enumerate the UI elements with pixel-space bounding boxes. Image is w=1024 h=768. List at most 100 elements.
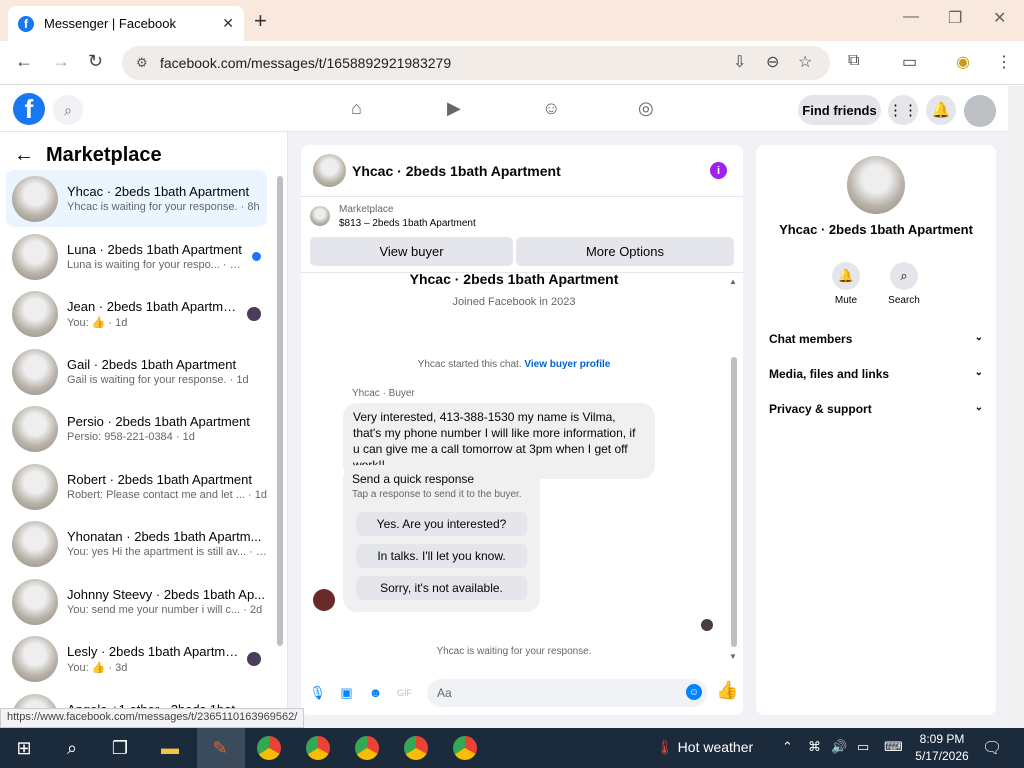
- chat-members-section[interactable]: Chat members ⌄: [769, 332, 983, 346]
- photo-icon[interactable]: ▣: [338, 684, 355, 701]
- minimize-icon[interactable]: —: [903, 8, 919, 26]
- close-tab-icon[interactable]: ✕: [222, 15, 234, 32]
- video-icon[interactable]: ▶: [447, 98, 461, 119]
- quick-response-in-talks[interactable]: In talks. I'll let you know.: [356, 544, 527, 568]
- account-avatar[interactable]: [964, 95, 996, 127]
- chrome-icon[interactable]: [257, 736, 281, 760]
- conversation-preview: Gail is waiting for your response. · 1d: [67, 374, 249, 386]
- unread-dot-icon: [252, 252, 261, 261]
- notifications-bell-icon[interactable]: 🔔: [926, 95, 956, 125]
- microphone-icon[interactable]: 🎙: [309, 684, 326, 701]
- mute-bell-icon[interactable]: 🔔: [832, 262, 860, 290]
- network-icon[interactable]: ▭: [857, 739, 869, 755]
- groups-icon[interactable]: ◎: [638, 98, 654, 119]
- conversation-item[interactable]: Yhcac · 2beds 1bath Apartment Yhcac is wa…: [6, 170, 267, 227]
- like-thumb-icon[interactable]: 👍: [716, 680, 738, 701]
- back-icon[interactable]: ←: [15, 51, 33, 72]
- facebook-logo-icon[interactable]: f: [13, 93, 45, 125]
- gif-icon[interactable]: GIF: [396, 684, 413, 701]
- chrome-icon[interactable]: [306, 736, 330, 760]
- conversation-item[interactable]: Lesly · 2beds 1bath Apartment You: 👍 · 3d: [6, 630, 267, 687]
- mute-action[interactable]: 🔔 Mute: [826, 262, 866, 306]
- search-icon[interactable]: ⌕: [53, 95, 83, 125]
- sidebar-header: ← Marketplace: [14, 144, 162, 167]
- status-bar-url: https://www.facebook.com/messages/t/2365…: [0, 708, 305, 728]
- new-tab-icon[interactable]: +: [254, 8, 267, 34]
- listing-thumbnail[interactable]: [313, 154, 346, 187]
- system-clock[interactable]: 8:09 PM 5/17/2026: [912, 731, 972, 765]
- task-view-icon[interactable]: ❐: [108, 736, 132, 760]
- chrome-icon[interactable]: [404, 736, 428, 760]
- extensions-icon[interactable]: ⧉: [848, 52, 859, 70]
- message-composer: 🎙 ▣ ☻ GIF Aa ☺ 👍: [301, 675, 743, 715]
- conversation-item[interactable]: Luna · 2beds 1bath Apartment Luna is wait…: [6, 228, 267, 285]
- emoji-icon[interactable]: ☺: [686, 684, 702, 700]
- mute-label: Mute: [834, 295, 858, 306]
- file-explorer-icon[interactable]: ▬: [158, 736, 182, 760]
- chat-scrollbar[interactable]: ▲ ▼: [729, 277, 739, 662]
- conversation-name: Yhonatan · 2beds 1bath Apartm...: [67, 529, 262, 544]
- conversation-item[interactable]: Yhonatan · 2beds 1bath Apartm... You: yes…: [6, 515, 267, 572]
- bookmark-star-icon[interactable]: ☆: [798, 52, 812, 72]
- buyer-avatar[interactable]: [313, 589, 335, 611]
- chat-header-title[interactable]: Yhcac · 2beds 1bath Apartment: [352, 163, 710, 179]
- home-icon[interactable]: ⌂: [351, 98, 362, 119]
- close-window-icon[interactable]: ✕: [993, 8, 1006, 28]
- volume-icon[interactable]: 🔊: [831, 739, 847, 755]
- windows-start-icon[interactable]: ⊞: [12, 736, 36, 760]
- windows-taskbar: ⊞ ⌕ ❐ ▬ ✎ 🌡 Hot weather ⌃ ⌘ 🔊 ▭ ⌨ 8:09 P…: [0, 728, 1024, 768]
- find-friends-button[interactable]: Find friends: [798, 95, 881, 125]
- view-buyer-profile-link[interactable]: View buyer profile: [524, 359, 610, 370]
- notifications-icon[interactable]: 🗨: [982, 738, 1002, 758]
- page-scrollbar[interactable]: [1008, 86, 1024, 728]
- conversation-name: Jean · 2beds 1bath Apartment: [67, 298, 241, 314]
- conversation-item[interactable]: Robert · 2beds 1bath Apartment Robert: Pl…: [6, 458, 267, 515]
- view-buyer-button[interactable]: View buyer: [310, 237, 513, 266]
- cast-icon[interactable]: ▭: [902, 52, 917, 72]
- sidebar-scrollbar[interactable]: [276, 176, 284, 646]
- more-options-button[interactable]: More Options: [516, 237, 734, 266]
- chrome-icon[interactable]: [355, 736, 379, 760]
- taskbar-search-icon[interactable]: ⌕: [60, 736, 84, 760]
- zoom-icon[interactable]: ⊖: [766, 52, 779, 72]
- message-input[interactable]: Aa: [427, 679, 707, 707]
- site-info-icon[interactable]: ⚙: [136, 55, 152, 71]
- privacy-support-section[interactable]: Privacy & support ⌄: [769, 402, 983, 416]
- meet-icon[interactable]: ⌘: [808, 739, 821, 755]
- search-action[interactable]: ⌕ Search: [884, 262, 924, 306]
- profile-icon[interactable]: ◉: [956, 52, 970, 72]
- quick-response-not-available[interactable]: Sorry, it's not available.: [356, 576, 527, 600]
- app-pinned-icon[interactable]: ✎: [208, 736, 232, 760]
- tray-chevron-icon[interactable]: ⌃: [782, 739, 793, 755]
- url-bar[interactable]: ⚙ facebook.com/messages/t/16588929219832…: [122, 46, 830, 80]
- menu-grid-icon[interactable]: ⋮⋮: [888, 95, 918, 125]
- quick-response-yes[interactable]: Yes. Are you interested?: [356, 512, 527, 536]
- sticker-icon[interactable]: ☻: [367, 684, 384, 701]
- listing-price-title[interactable]: $813 – 2beds 1bath Apartment: [339, 218, 476, 229]
- menu-kebab-icon[interactable]: ⋮: [996, 52, 1012, 72]
- forward-icon[interactable]: →: [52, 51, 70, 72]
- browser-tab[interactable]: f Messenger | Facebook ✕: [8, 6, 244, 41]
- friends-icon[interactable]: ☺: [542, 98, 560, 119]
- scroll-up-icon[interactable]: ▲: [729, 277, 737, 286]
- reload-icon[interactable]: ↻: [88, 51, 103, 72]
- conversation-preview: Persio: 958-221-0384 · 1d: [67, 431, 195, 443]
- media-files-section[interactable]: Media, files and links ⌄: [769, 367, 983, 381]
- install-app-icon[interactable]: ⇩: [733, 52, 746, 72]
- back-arrow-icon[interactable]: ←: [14, 144, 34, 167]
- conversation-item[interactable]: Johnny Steevy · 2beds 1bath Ap... You: se…: [6, 573, 267, 630]
- seen-indicator-avatar: [701, 619, 713, 631]
- conversation-item[interactable]: Jean · 2beds 1bath Apartment You: 👍 · 1d: [6, 285, 267, 342]
- conversation-item[interactable]: Persio · 2beds 1bath Apartment Persio: 95…: [6, 400, 267, 457]
- facebook-favicon-icon: f: [18, 15, 34, 32]
- scroll-down-icon[interactable]: ▼: [729, 652, 737, 661]
- restore-icon[interactable]: ❐: [948, 8, 962, 28]
- weather-widget[interactable]: 🌡 Hot weather: [656, 739, 753, 756]
- chrome-icon[interactable]: [453, 736, 477, 760]
- chat-started-notice: Yhcac started this chat. View buyer prof…: [301, 359, 727, 370]
- sidebar-title: Marketplace: [46, 144, 162, 166]
- conversation-item[interactable]: Gail · 2beds 1bath Apartment Gail is wait…: [6, 343, 267, 400]
- keyboard-icon[interactable]: ⌨: [884, 739, 903, 755]
- info-icon[interactable]: i: [710, 162, 727, 179]
- search-conversation-icon[interactable]: ⌕: [890, 262, 918, 290]
